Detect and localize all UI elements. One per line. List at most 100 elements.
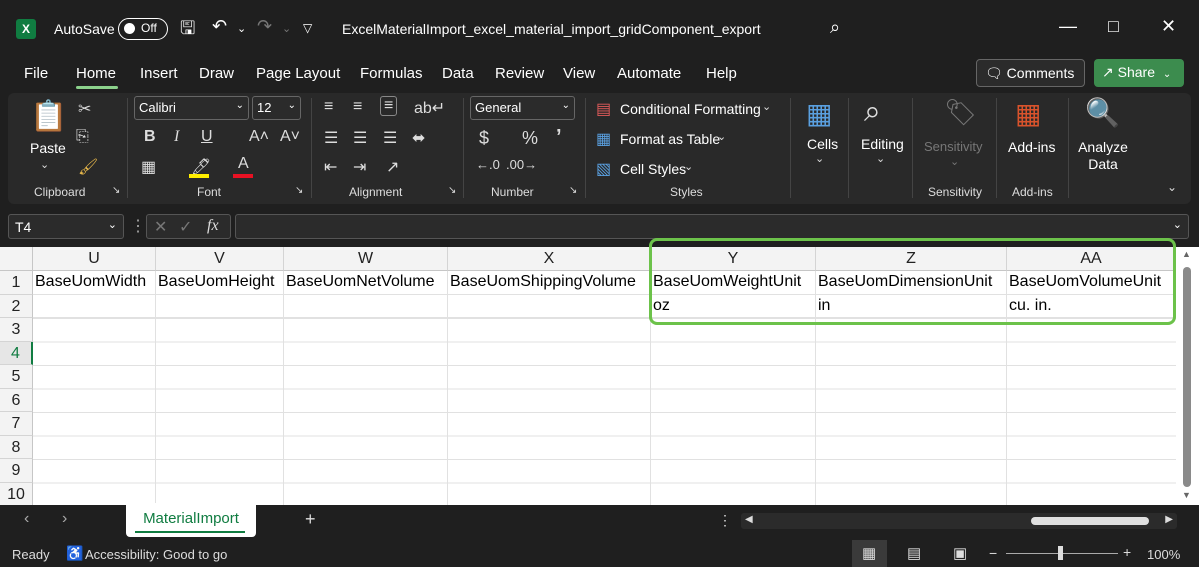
- page-layout-view-icon[interactable]: ▤: [907, 544, 921, 562]
- cell-styles-dropdown-icon[interactable]: ⌄: [684, 160, 693, 173]
- column-header-u[interactable]: U: [33, 247, 156, 271]
- tab-file[interactable]: File: [24, 65, 48, 82]
- font-color-icon[interactable]: A: [238, 155, 249, 173]
- comments-button[interactable]: 🗨 Comments: [976, 59, 1085, 87]
- cell-u2[interactable]: [33, 294, 156, 318]
- name-box[interactable]: T4 ⌄: [8, 214, 124, 239]
- cell-x2[interactable]: [448, 294, 651, 318]
- cells-button[interactable]: Cells: [807, 136, 838, 152]
- paste-icon[interactable]: 📋: [30, 99, 67, 134]
- row-header-4[interactable]: 4: [0, 341, 33, 365]
- sensitivity-icon[interactable]: 🏷: [944, 97, 977, 128]
- tab-review[interactable]: Review: [495, 65, 544, 82]
- redo-dropdown-icon[interactable]: ⌄: [282, 22, 291, 35]
- formula-bar-more-icon[interactable]: ⋮: [130, 216, 146, 236]
- tab-formulas[interactable]: Formulas: [360, 65, 423, 82]
- number-format-select[interactable]: General ⌄: [470, 96, 575, 120]
- tab-help[interactable]: Help: [706, 65, 737, 82]
- scroll-down-icon[interactable]: ▼: [1182, 490, 1191, 500]
- row-header-2[interactable]: 2: [0, 294, 33, 318]
- tab-insert[interactable]: Insert: [140, 65, 178, 82]
- font-size-select[interactable]: 12 ⌄: [252, 96, 301, 120]
- format-as-table-button[interactable]: Format as Table: [620, 131, 720, 147]
- font-launcher-icon[interactable]: ↘: [295, 185, 303, 196]
- cell-styles-icon[interactable]: ▧: [596, 159, 611, 179]
- search-icon[interactable]: ⌕: [830, 17, 840, 38]
- next-sheet-icon[interactable]: ›: [62, 510, 67, 528]
- zoom-slider-thumb[interactable]: [1058, 546, 1063, 560]
- comma-style-icon[interactable]: ’: [556, 126, 562, 149]
- horizontal-scroll-thumb[interactable]: [1031, 517, 1149, 525]
- increase-font-icon[interactable]: A˄: [249, 128, 269, 146]
- insert-function-icon[interactable]: fx: [207, 217, 219, 235]
- cell-styles-button[interactable]: Cell Styles: [620, 161, 686, 177]
- share-button[interactable]: ↗ Share ⌄: [1094, 59, 1184, 87]
- column-header-w[interactable]: W: [284, 247, 448, 271]
- align-left-icon[interactable]: ☰: [324, 128, 338, 148]
- save-icon[interactable]: 🖫: [180, 16, 195, 46]
- decrease-indent-icon[interactable]: ⇤: [324, 157, 337, 177]
- cell-w1[interactable]: BaseUomNetVolume: [284, 271, 448, 295]
- editing-search-icon[interactable]: ⌕: [864, 95, 881, 129]
- underline-icon[interactable]: U: [201, 128, 213, 146]
- row-header-10[interactable]: 10: [0, 482, 33, 505]
- maximize-icon[interactable]: □: [1108, 16, 1119, 37]
- paste-button-label[interactable]: Paste: [30, 140, 66, 156]
- row-header-7[interactable]: 7: [0, 412, 33, 436]
- bold-icon[interactable]: B: [144, 128, 156, 146]
- row-header-3[interactable]: 3: [0, 318, 33, 342]
- redo-icon[interactable]: ↷: [257, 16, 272, 37]
- format-as-table-dropdown-icon[interactable]: ⌄: [717, 130, 726, 143]
- conditional-formatting-dropdown-icon[interactable]: ⌄: [762, 100, 771, 113]
- normal-view-button[interactable]: ▦: [852, 540, 887, 567]
- cell-v1[interactable]: BaseUomHeight: [156, 271, 284, 295]
- page-break-view-icon[interactable]: ▣: [953, 544, 967, 562]
- format-as-table-icon[interactable]: ▦: [596, 129, 611, 149]
- currency-icon[interactable]: $: [479, 128, 489, 149]
- zoom-level[interactable]: 100%: [1147, 547, 1180, 562]
- alignment-launcher-icon[interactable]: ↘: [448, 185, 456, 196]
- tab-view[interactable]: View: [563, 65, 595, 82]
- align-bottom-icon[interactable]: ≡: [380, 96, 398, 116]
- font-name-select[interactable]: Calibri ⌄: [134, 96, 249, 120]
- cells-dropdown-icon[interactable]: ⌄: [815, 152, 824, 165]
- decrease-font-icon[interactable]: A˅: [280, 128, 300, 146]
- addins-icon[interactable]: ▦: [1015, 97, 1041, 130]
- column-header-x[interactable]: X: [448, 247, 651, 271]
- tab-home[interactable]: Home: [76, 65, 116, 82]
- row-header-5[interactable]: 5: [0, 365, 33, 389]
- scroll-left-icon[interactable]: ◀: [745, 514, 753, 525]
- analyze-data-icon[interactable]: 🔍: [1085, 96, 1120, 129]
- zoom-out-icon[interactable]: −: [989, 545, 997, 561]
- orientation-icon[interactable]: ↗: [386, 157, 399, 177]
- customize-toolbar-icon[interactable]: ▽: [303, 21, 312, 35]
- tab-page-layout[interactable]: Page Layout: [256, 65, 340, 82]
- scroll-up-icon[interactable]: ▲: [1182, 249, 1191, 259]
- conditional-formatting-icon[interactable]: ▤: [596, 99, 611, 119]
- increase-indent-icon[interactable]: ⇥: [353, 157, 366, 177]
- zoom-in-icon[interactable]: +: [1123, 544, 1131, 560]
- decrease-decimal-icon[interactable]: .00→: [506, 157, 537, 172]
- empty-cells-area[interactable]: [33, 318, 1176, 505]
- cancel-entry-icon[interactable]: ✕: [154, 217, 167, 237]
- tab-draw[interactable]: Draw: [199, 65, 234, 82]
- close-icon[interactable]: ✕: [1161, 16, 1176, 37]
- cells-icon[interactable]: ▦: [806, 97, 832, 130]
- align-middle-icon[interactable]: ≡: [353, 98, 362, 116]
- row-header-8[interactable]: 8: [0, 435, 33, 459]
- vertical-scrollbar[interactable]: ▲ ▼: [1176, 247, 1199, 505]
- minimize-icon[interactable]: —: [1059, 16, 1077, 37]
- editing-dropdown-icon[interactable]: ⌄: [876, 152, 885, 165]
- addins-button[interactable]: Add-ins: [1008, 139, 1055, 155]
- paste-dropdown-icon[interactable]: ⌄: [40, 158, 49, 171]
- percent-icon[interactable]: %: [522, 128, 538, 149]
- cell-x1[interactable]: BaseUomShippingVolume: [448, 271, 651, 295]
- clipboard-launcher-icon[interactable]: ↘: [112, 185, 120, 196]
- merge-center-icon[interactable]: ⬌: [412, 128, 425, 148]
- increase-decimal-icon[interactable]: ←.0: [476, 157, 500, 172]
- cell-u1[interactable]: BaseUomWidth: [33, 271, 156, 295]
- format-painter-icon[interactable]: 🖌: [78, 157, 98, 177]
- ribbon-collapse-icon[interactable]: ⌄: [1167, 180, 1177, 194]
- undo-dropdown-icon[interactable]: ⌄: [237, 22, 246, 35]
- add-sheet-button[interactable]: +: [305, 509, 316, 530]
